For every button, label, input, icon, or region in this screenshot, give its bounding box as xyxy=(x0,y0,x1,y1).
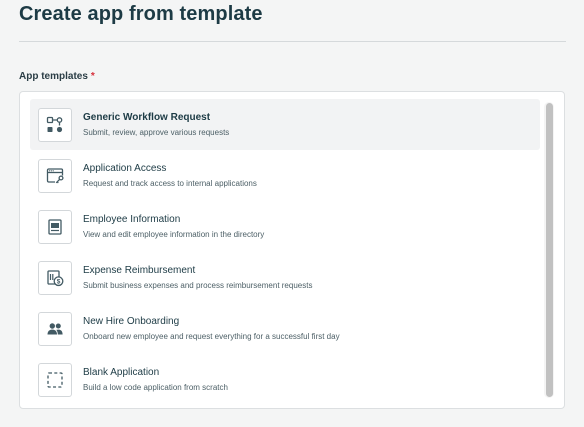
title-divider xyxy=(19,41,566,42)
template-item-application-access[interactable]: Application Access Request and track acc… xyxy=(30,150,540,201)
app-templates-label: App templates * xyxy=(19,70,95,83)
required-marker: * xyxy=(90,71,95,82)
app-access-icon xyxy=(38,158,72,193)
template-description: Submit, review, approve various requests xyxy=(83,128,230,137)
template-item-generic-workflow-request[interactable]: Generic Workflow Request Submit, review,… xyxy=(30,99,540,150)
app-templates-label-text: App templates xyxy=(19,71,88,82)
template-text: New Hire Onboarding Onboard new employee… xyxy=(83,315,340,342)
scrollbar-thumb[interactable] xyxy=(546,103,553,397)
templates-list: Generic Workflow Request Submit, review,… xyxy=(30,99,540,405)
template-text: Employee Information View and edit emplo… xyxy=(83,213,264,240)
template-description: Request and track access to internal app… xyxy=(83,179,257,188)
svg-text:$: $ xyxy=(57,278,61,285)
page-title: Create app from template xyxy=(19,3,263,25)
employee-info-icon xyxy=(38,209,72,244)
template-text: Application Access Request and track acc… xyxy=(83,162,257,189)
workflow-icon xyxy=(38,107,72,142)
template-title: Employee Information xyxy=(83,214,181,225)
template-text: Blank Application Build a low code appli… xyxy=(83,366,228,393)
template-description: Onboard new employee and request everyth… xyxy=(83,332,340,341)
template-description: View and edit employee information in th… xyxy=(83,230,265,239)
template-item-expense-reimbursement[interactable]: $ Expense Reimbursement Submit business … xyxy=(30,252,540,303)
template-title: Application Access xyxy=(83,163,167,174)
template-title: Generic Workflow Request xyxy=(83,112,211,123)
template-item-new-hire-onboarding[interactable]: New Hire Onboarding Onboard new employee… xyxy=(30,303,540,354)
template-title: New Hire Onboarding xyxy=(83,316,180,327)
template-item-blank-application[interactable]: Blank Application Build a low code appli… xyxy=(30,354,540,405)
template-text: Generic Workflow Request Submit, review,… xyxy=(83,111,229,138)
template-description: Build a low code application from scratc… xyxy=(83,383,228,392)
template-title: Blank Application xyxy=(83,367,160,378)
template-item-employee-information[interactable]: Employee Information View and edit emplo… xyxy=(30,201,540,252)
templates-list-panel: Generic Workflow Request Submit, review,… xyxy=(19,91,565,409)
expense-icon: $ xyxy=(38,260,72,295)
people-icon xyxy=(38,311,72,346)
template-text: Expense Reimbursement Submit business ex… xyxy=(83,264,312,291)
template-description: Submit business expenses and process rei… xyxy=(83,281,313,290)
template-title: Expense Reimbursement xyxy=(83,265,196,276)
blank-icon xyxy=(38,362,72,397)
